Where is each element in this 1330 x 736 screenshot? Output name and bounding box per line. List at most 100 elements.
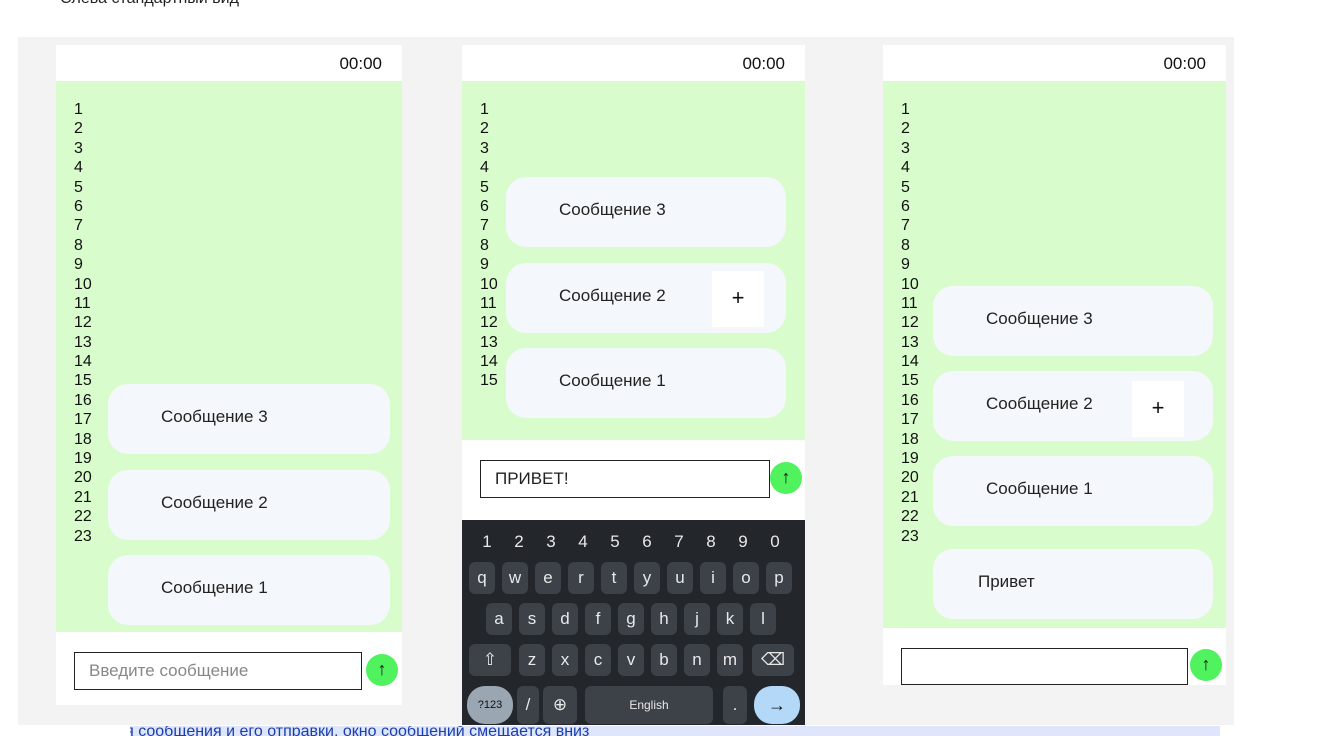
message-input[interactable] bbox=[901, 648, 1188, 685]
line-number: 19 bbox=[74, 450, 92, 468]
line-number: 12 bbox=[74, 314, 92, 332]
status-bar: 00:00 bbox=[56, 45, 402, 81]
key-3[interactable]: 3 bbox=[536, 526, 566, 558]
line-number: 14 bbox=[901, 353, 919, 371]
line-number: 10 bbox=[480, 275, 498, 293]
arrow-up-icon: ↑ bbox=[377, 659, 387, 679]
line-number: 14 bbox=[74, 353, 92, 371]
key-4[interactable]: 4 bbox=[568, 526, 598, 558]
line-number: 9 bbox=[480, 256, 489, 274]
message-text: Сообщение 1 bbox=[986, 479, 1093, 498]
line-number: 20 bbox=[901, 469, 919, 487]
message-bubble[interactable]: Сообщение 3 bbox=[506, 177, 786, 247]
clock: 00:00 bbox=[1163, 54, 1206, 73]
shift-icon: ⇧ bbox=[482, 650, 498, 669]
status-bar: 00:00 bbox=[883, 45, 1226, 81]
key-e[interactable]: e bbox=[535, 562, 561, 594]
space-key[interactable]: English bbox=[585, 686, 713, 724]
key-8[interactable]: 8 bbox=[696, 526, 726, 558]
send-button[interactable]: ↑ bbox=[366, 654, 398, 686]
key-k[interactable]: k bbox=[717, 603, 743, 635]
key-b[interactable]: b bbox=[651, 644, 677, 676]
key-g[interactable]: g bbox=[618, 603, 644, 635]
line-number: 5 bbox=[480, 178, 489, 196]
key-a[interactable]: a bbox=[486, 603, 512, 635]
message-bubble[interactable]: Сообщение 1 bbox=[506, 348, 786, 418]
key-9[interactable]: 9 bbox=[728, 526, 758, 558]
key-v[interactable]: v bbox=[618, 644, 644, 676]
key-l[interactable]: l bbox=[750, 603, 776, 635]
key-d[interactable]: d bbox=[552, 603, 578, 635]
enter-key[interactable]: → bbox=[754, 686, 800, 724]
key-5[interactable]: 5 bbox=[600, 526, 630, 558]
key-j[interactable]: j bbox=[684, 603, 710, 635]
line-number: 1 bbox=[901, 101, 910, 118]
key-t[interactable]: t bbox=[601, 562, 627, 594]
key-y[interactable]: y bbox=[634, 562, 660, 594]
message-bubble[interactable]: Привет bbox=[933, 549, 1213, 619]
key-2[interactable]: 2 bbox=[504, 526, 534, 558]
key-s[interactable]: s bbox=[519, 603, 545, 635]
bottom-caption: После написания сообщения и его отправки… bbox=[130, 726, 590, 736]
line-numbers: 1 2 3 4 5 6 7 8 9 10 11 12 13 14 15 16 1… bbox=[74, 100, 92, 546]
key-7[interactable]: 7 bbox=[664, 526, 694, 558]
line-number: 6 bbox=[480, 197, 489, 215]
line-number: 1 bbox=[74, 101, 83, 118]
top-caption-strip: Слева стандартный вид bbox=[0, 0, 1330, 10]
key-c[interactable]: c bbox=[585, 644, 611, 676]
key-n[interactable]: n bbox=[684, 644, 710, 676]
key-r[interactable]: r bbox=[568, 562, 594, 594]
message-bubble[interactable]: Сообщение 1 bbox=[933, 456, 1213, 526]
line-number: 3 bbox=[74, 139, 83, 157]
message-bubble[interactable]: Сообщение 2 + bbox=[933, 371, 1213, 441]
message-text: Сообщение 2 bbox=[559, 286, 666, 305]
key-1[interactable]: 1 bbox=[472, 526, 502, 558]
send-button[interactable]: ↑ bbox=[1190, 649, 1222, 681]
key-0[interactable]: 0 bbox=[760, 526, 790, 558]
message-text: Сообщение 1 bbox=[559, 371, 666, 390]
chat-area: 1 2 3 4 5 6 7 8 9 10 11 12 13 14 15 Сооб… bbox=[462, 81, 805, 440]
key-p[interactable]: p bbox=[766, 562, 792, 594]
line-number: 14 bbox=[480, 353, 498, 371]
send-button[interactable]: ↑ bbox=[770, 462, 802, 494]
add-button[interactable]: + bbox=[1132, 381, 1184, 437]
key-h[interactable]: h bbox=[651, 603, 677, 635]
message-bubble[interactable]: Сообщение 3 bbox=[108, 384, 390, 454]
slash-key[interactable]: / bbox=[517, 686, 539, 724]
message-bubble[interactable]: Сообщение 2 bbox=[108, 470, 390, 540]
arrow-up-icon: ↑ bbox=[1201, 654, 1211, 674]
key-u[interactable]: u bbox=[667, 562, 693, 594]
on-screen-keyboard: 1 2 3 4 5 6 7 8 9 0 q w e r t y u i o p … bbox=[462, 520, 805, 725]
line-number: 10 bbox=[74, 275, 92, 293]
period-key[interactable]: . bbox=[723, 686, 747, 724]
message-bubble[interactable]: Сообщение 2 + bbox=[506, 263, 786, 333]
backspace-key[interactable]: ⌫ bbox=[752, 644, 794, 676]
line-number: 7 bbox=[901, 217, 910, 235]
message-bubble[interactable]: Сообщение 3 bbox=[933, 286, 1213, 356]
key-x[interactable]: x bbox=[552, 644, 578, 676]
globe-key[interactable]: ⊕ bbox=[543, 686, 577, 724]
symbols-key[interactable]: ?123 bbox=[467, 686, 513, 724]
line-number: 2 bbox=[901, 120, 910, 138]
key-q[interactable]: q bbox=[469, 562, 495, 594]
message-input[interactable]: Введите сообщение bbox=[74, 652, 362, 690]
line-number: 4 bbox=[480, 159, 489, 177]
input-area: ↑ bbox=[883, 628, 1226, 685]
key-m[interactable]: m bbox=[717, 644, 743, 676]
message-text: Сообщение 3 bbox=[986, 309, 1093, 328]
add-button[interactable]: + bbox=[712, 271, 764, 327]
line-number: 10 bbox=[901, 275, 919, 293]
key-6[interactable]: 6 bbox=[632, 526, 662, 558]
key-f[interactable]: f bbox=[585, 603, 611, 635]
input-area: Введите сообщение ↑ bbox=[56, 632, 402, 705]
key-o[interactable]: o bbox=[733, 562, 759, 594]
key-z[interactable]: z bbox=[519, 644, 545, 676]
line-number: 5 bbox=[74, 178, 83, 196]
backspace-icon: ⌫ bbox=[760, 650, 786, 669]
message-input[interactable]: ПРИВЕТ! bbox=[480, 460, 770, 498]
key-i[interactable]: i bbox=[700, 562, 726, 594]
key-w[interactable]: w bbox=[502, 562, 528, 594]
line-number: 9 bbox=[74, 256, 83, 274]
message-bubble[interactable]: Сообщение 1 bbox=[108, 555, 390, 625]
shift-key[interactable]: ⇧ bbox=[469, 644, 511, 676]
